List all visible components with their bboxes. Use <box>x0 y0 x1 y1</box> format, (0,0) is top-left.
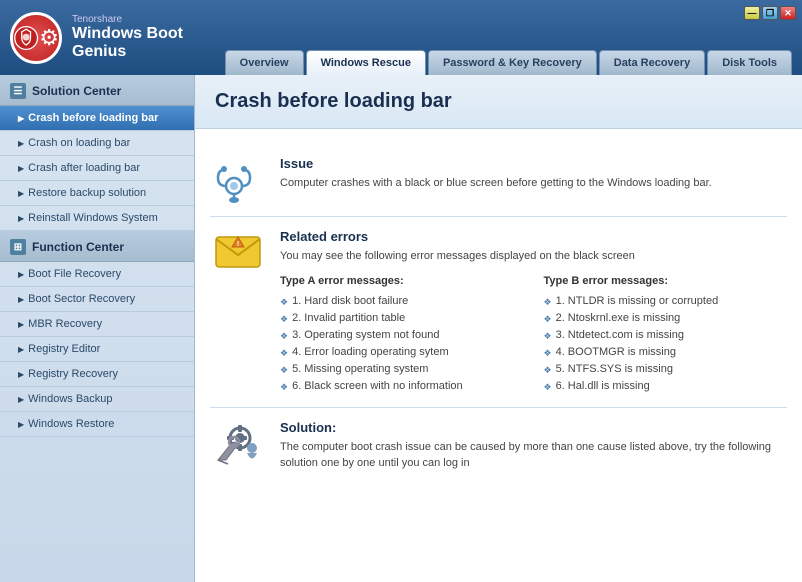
tab-overview[interactable]: Overview <box>225 50 304 75</box>
error-b-4: 4. BOOTMGR is missing <box>544 344 788 361</box>
error-a-2: 2. Invalid partition table <box>280 310 524 327</box>
issue-text: Computer crashes with a black or blue sc… <box>280 175 787 192</box>
error-b-6: 6. Hal.dll is missing <box>544 378 788 395</box>
content-area: Crash before loading bar <box>195 75 802 582</box>
type-a-column: Type A error messages: 1. Hard disk boot… <box>280 275 524 395</box>
sidebar-item-reinstall-windows[interactable]: Reinstall Windows System <box>0 206 194 231</box>
window-controls: — ❐ ✕ <box>744 6 796 20</box>
function-center-header: ⊞ Function Center <box>0 231 194 262</box>
svg-text:!: ! <box>236 241 238 248</box>
solution-section: Solution: The computer boot crash issue … <box>210 408 787 484</box>
related-errors-icon-area: ! <box>210 229 265 271</box>
related-errors-content: Related errors You may see the following… <box>280 229 787 395</box>
error-a-1: 1. Hard disk boot failure <box>280 293 524 310</box>
sidebar-item-crash-after[interactable]: Crash after loading bar <box>0 156 194 181</box>
solution-icon-area <box>210 420 265 470</box>
related-errors-title: Related errors <box>280 229 787 244</box>
error-columns: Type A error messages: 1. Hard disk boot… <box>280 275 787 395</box>
error-a-4: 4. Error loading operating sytem <box>280 344 524 361</box>
sidebar-item-mbr-recovery[interactable]: MBR Recovery <box>0 312 194 337</box>
solution-center-label: Solution Center <box>32 84 121 98</box>
error-a-5: 5. Missing operating system <box>280 361 524 378</box>
sidebar-item-boot-sector[interactable]: Boot Sector Recovery <box>0 287 194 312</box>
sidebar-item-crash-before[interactable]: Crash before loading bar <box>0 106 194 131</box>
issue-title: Issue <box>280 156 787 171</box>
issue-icon-area <box>210 156 265 204</box>
sidebar: ☰ Solution Center Crash before loading b… <box>0 75 195 582</box>
solution-content: Solution: The computer boot crash issue … <box>280 420 787 472</box>
tab-data-recovery[interactable]: Data Recovery <box>599 50 705 75</box>
page-title: Crash before loading bar <box>215 90 782 113</box>
related-errors-subtitle: You may see the following error messages… <box>280 248 787 265</box>
sidebar-item-windows-restore[interactable]: Windows Restore <box>0 412 194 437</box>
type-b-column: Type B error messages: 1. NTLDR is missi… <box>544 275 788 395</box>
error-b-5: 5. NTFS.SYS is missing <box>544 361 788 378</box>
restore-button[interactable]: ❐ <box>762 6 778 20</box>
error-a-6: 6. Black screen with no information <box>280 378 524 395</box>
type-b-label: Type B error messages: <box>544 275 788 287</box>
sidebar-item-registry-recovery[interactable]: Registry Recovery <box>0 362 194 387</box>
type-a-label: Type A error messages: <box>280 275 524 287</box>
solution-text: The computer boot crash issue can be cau… <box>280 439 787 472</box>
sidebar-item-registry-editor[interactable]: Registry Editor <box>0 337 194 362</box>
issue-content: Issue Computer crashes with a black or b… <box>280 156 787 192</box>
error-b-2: 2. Ntoskrnl.exe is missing <box>544 310 788 327</box>
app-logo-icon <box>10 12 62 64</box>
related-errors-section: ! Related errors You may see the followi… <box>210 217 787 408</box>
envelope-icon: ! <box>214 229 262 271</box>
company-name: Tenorshare <box>72 14 225 25</box>
issue-section: Issue Computer crashes with a black or b… <box>210 144 787 217</box>
tab-disk-tools[interactable]: Disk Tools <box>707 50 792 75</box>
tab-windows-rescue[interactable]: Windows Rescue <box>306 50 426 75</box>
sidebar-item-restore-backup[interactable]: Restore backup solution <box>0 181 194 206</box>
error-b-1: 1. NTLDR is missing or corrupted <box>544 293 788 310</box>
solution-title: Solution: <box>280 420 787 435</box>
content-body: Issue Computer crashes with a black or b… <box>195 129 802 499</box>
solution-center-header: ☰ Solution Center <box>0 75 194 106</box>
stethoscope-icon <box>214 156 262 204</box>
nav-tabs: Overview Windows Rescue Password & Key R… <box>225 0 792 75</box>
error-a-3: 3. Operating system not found <box>280 327 524 344</box>
function-center-label: Function Center <box>32 240 124 254</box>
minimize-button[interactable]: — <box>744 6 760 20</box>
function-center-icon: ⊞ <box>10 239 26 255</box>
solution-center-icon: ☰ <box>10 83 26 99</box>
content-header: Crash before loading bar <box>195 75 802 129</box>
product-name: Windows Boot Genius <box>72 25 225 61</box>
sidebar-item-windows-backup[interactable]: Windows Backup <box>0 387 194 412</box>
tab-password-key-recovery[interactable]: Password & Key Recovery <box>428 50 597 75</box>
gear-wrench-icon <box>210 420 265 470</box>
sidebar-item-crash-on[interactable]: Crash on loading bar <box>0 131 194 156</box>
sidebar-item-boot-file[interactable]: Boot File Recovery <box>0 262 194 287</box>
app-title: Tenorshare Windows Boot Genius <box>72 14 225 61</box>
logo-area: Tenorshare Windows Boot Genius <box>10 12 225 64</box>
error-b-3: 3. Ntdetect.com is missing <box>544 327 788 344</box>
close-button[interactable]: ✕ <box>780 6 796 20</box>
